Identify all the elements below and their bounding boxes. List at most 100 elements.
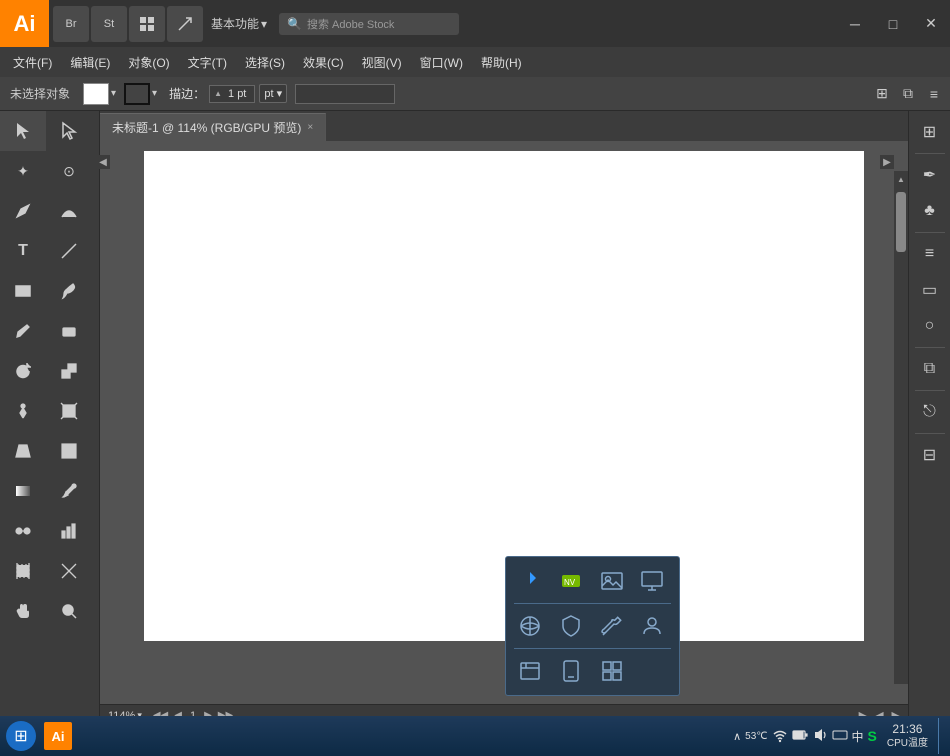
lasso-tool-btn[interactable]: ⊙	[46, 151, 92, 191]
stroke-up-arrow[interactable]: ▲	[214, 89, 222, 98]
stroke-spinbox[interactable]: ▲ 1 pt	[209, 85, 255, 103]
tool-row-hand	[0, 591, 99, 631]
no-selection-label: 未选择对象	[5, 83, 75, 104]
curvature-tool-btn[interactable]	[46, 191, 92, 231]
eyedropper-tool-btn[interactable]	[46, 471, 92, 511]
tool-row-perspective	[0, 431, 99, 471]
arrange-panel-btn[interactable]: ⧉	[897, 83, 919, 105]
eraser-tool-btn[interactable]	[46, 311, 92, 351]
panel-export-btn[interactable]: ⎋	[913, 395, 947, 429]
pen-tool-btn[interactable]	[0, 191, 46, 231]
vertical-scrollbar[interactable]: ▲	[894, 171, 908, 684]
maximize-btn[interactable]: □	[874, 9, 912, 39]
magic-wand-tool-btn[interactable]: ✦	[0, 151, 46, 191]
network-tray-icon[interactable]	[514, 610, 546, 642]
start-btn[interactable]: ⊞	[6, 721, 36, 751]
gradient-tool-btn[interactable]	[0, 471, 46, 511]
scroll-thumb-v[interactable]	[896, 192, 906, 252]
menu-object[interactable]: 对象(O)	[120, 50, 177, 75]
antivirus-icon: S	[868, 728, 877, 744]
title-bar-icons: Br St	[53, 6, 203, 42]
show-desktop-btn[interactable]	[938, 718, 944, 754]
artboard-tool-btn[interactable]	[0, 551, 46, 591]
menu-view[interactable]: 视图(V)	[354, 50, 410, 75]
scale-tool-btn[interactable]	[46, 351, 92, 391]
fill-dropdown-icon[interactable]: ▾	[111, 88, 116, 99]
direct-select-tool-btn[interactable]	[46, 111, 92, 151]
zoom-tool-btn[interactable]	[46, 591, 92, 631]
mesh-tool-btn[interactable]	[46, 431, 92, 471]
free-transform-tool-btn[interactable]	[46, 391, 92, 431]
puppet-warp-tool-btn[interactable]	[0, 391, 46, 431]
keyboard-tray-icon	[832, 727, 848, 746]
tool-row-type: T	[0, 231, 99, 271]
perspective-tool-btn[interactable]	[0, 431, 46, 471]
photo-tray-icon[interactable]	[596, 565, 628, 597]
security-tray-icon[interactable]	[555, 610, 587, 642]
panel-rect-btn[interactable]: ▭	[913, 273, 947, 307]
app1-tray-icon[interactable]	[514, 655, 546, 687]
stroke-dropdown-icon[interactable]: ▾	[152, 88, 157, 99]
rotate-tool-btn[interactable]	[0, 351, 46, 391]
arrange-btn[interactable]	[167, 6, 203, 42]
scroll-up-btn[interactable]: ▲	[894, 171, 908, 187]
menu-type[interactable]: 文字(T)	[180, 50, 235, 75]
stroke-color-btn[interactable]	[124, 83, 150, 105]
menu-effect[interactable]: 效果(C)	[295, 50, 352, 75]
line-tool-btn[interactable]	[46, 231, 92, 271]
minimize-btn[interactable]: ─	[836, 9, 874, 39]
left-panel-collapse[interactable]: ◀	[96, 155, 110, 169]
tool-row-gradient	[0, 471, 99, 511]
view-grid-btn[interactable]: ⊞	[871, 83, 893, 105]
tab-close-btn[interactable]: ×	[307, 122, 313, 133]
main-area: ✦ ⊙ T	[0, 111, 950, 726]
tools-tray-icon[interactable]	[596, 610, 628, 642]
workspace-btn[interactable]: 基本功能 ▾	[203, 11, 275, 36]
blend-tool-btn[interactable]	[0, 511, 46, 551]
color-swatch-bar[interactable]	[295, 84, 395, 104]
monitor-tray-icon[interactable]	[636, 565, 668, 597]
battery-tray-icon	[792, 727, 808, 746]
expand-tray-btn[interactable]: ∧	[733, 730, 741, 743]
taskbar-app-ai[interactable]: Ai	[40, 718, 76, 754]
right-panel: ⊞ ✒ ♣ ≡ ▭ ○ ⧉ ⎋ ⊟	[908, 111, 950, 726]
bridge-btn[interactable]: Br	[53, 6, 89, 42]
search-stock-input[interactable]: 🔍 搜索 Adobe Stock	[279, 13, 459, 35]
right-panel-collapse[interactable]: ▶	[880, 155, 894, 169]
panel-stack-btn[interactable]: ⊟	[913, 438, 947, 472]
fill-color-btn[interactable]	[83, 83, 109, 105]
menu-select[interactable]: 选择(S)	[237, 50, 293, 75]
canvas-viewport[interactable]: ▲	[100, 141, 908, 704]
more-options-btn[interactable]: ≡	[923, 83, 945, 105]
app3-tray-icon[interactable]	[596, 655, 628, 687]
menu-bar: 文件(F) 编辑(E) 对象(O) 文字(T) 选择(S) 效果(C) 视图(V…	[0, 47, 950, 77]
bluetooth-tray-icon[interactable]	[514, 565, 546, 597]
panel-layers-btn[interactable]: ⧉	[913, 352, 947, 386]
paintbrush-tool-btn[interactable]	[46, 271, 92, 311]
panel-clubs-btn[interactable]: ♣	[913, 194, 947, 228]
stock-btn[interactable]: St	[91, 6, 127, 42]
stroke-unit-dropdown[interactable]: pt ▾	[259, 84, 287, 103]
panel-grid-btn[interactable]: ⊞	[913, 115, 947, 149]
user-tray-icon[interactable]	[636, 610, 668, 642]
nvidia-tray-icon[interactable]: NV	[555, 565, 587, 597]
type-tool-btn[interactable]: T	[0, 231, 46, 271]
pencil-tool-btn[interactable]	[0, 311, 46, 351]
panel-menu-btn[interactable]: ≡	[913, 237, 947, 271]
panel-circle-btn[interactable]: ○	[913, 309, 947, 343]
slice-tool-btn[interactable]	[46, 551, 92, 591]
app2-tray-icon[interactable]	[555, 655, 587, 687]
menu-help[interactable]: 帮助(H)	[473, 50, 530, 75]
select-tool-btn[interactable]	[0, 111, 46, 151]
rect-tool-btn[interactable]	[0, 271, 46, 311]
panel-pen-btn[interactable]: ✒	[913, 158, 947, 192]
ime-label[interactable]: 中	[852, 728, 864, 745]
close-btn[interactable]: ✕	[912, 9, 950, 39]
menu-window[interactable]: 窗口(W)	[412, 50, 471, 75]
chart-tool-btn[interactable]	[46, 511, 92, 551]
document-tab[interactable]: 未标题-1 @ 114% (RGB/GPU 预览) ×	[100, 113, 326, 141]
menu-file[interactable]: 文件(F)	[5, 50, 60, 75]
hand-tool-btn[interactable]	[0, 591, 46, 631]
menu-edit[interactable]: 编辑(E)	[62, 50, 118, 75]
workspace-switcher-btn[interactable]	[129, 6, 165, 42]
